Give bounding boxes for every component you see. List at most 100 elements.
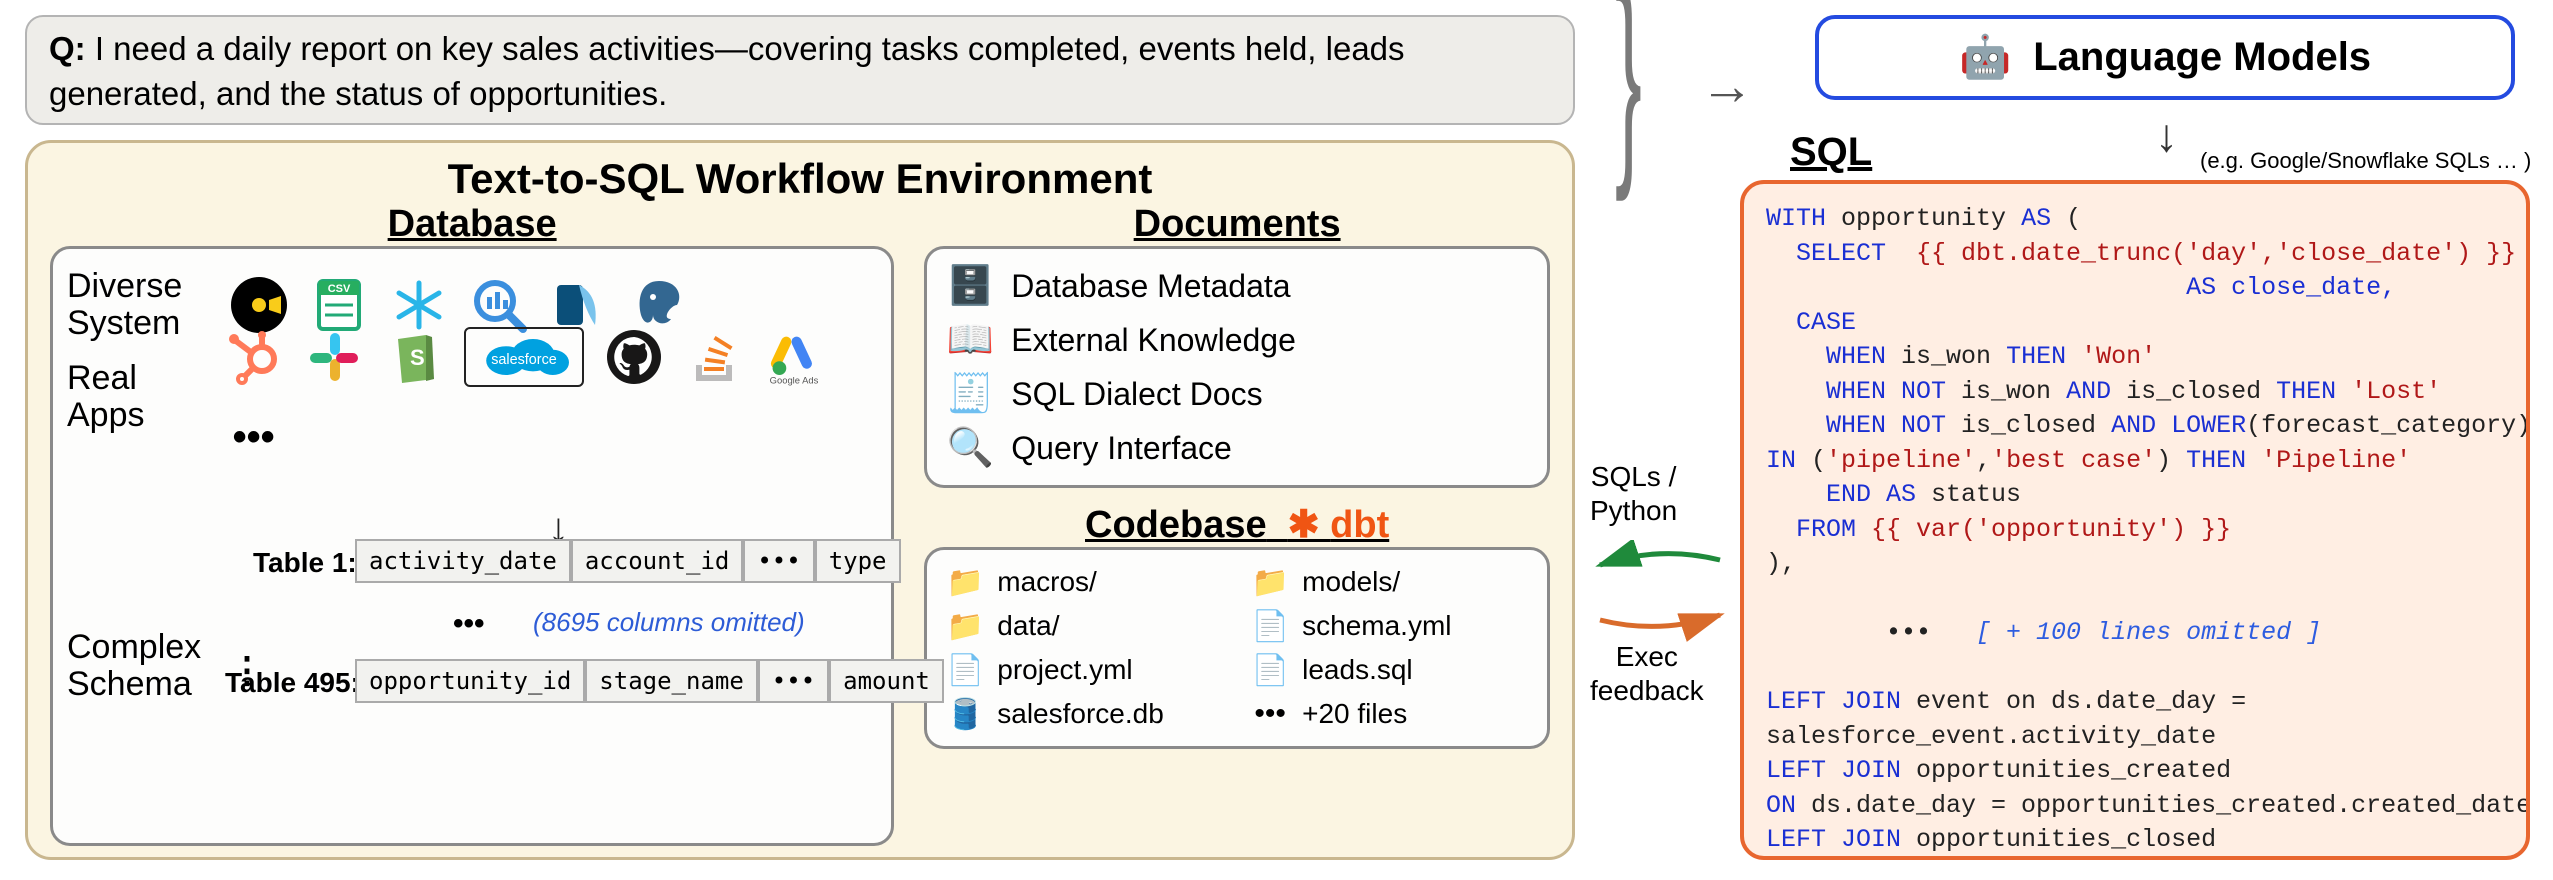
lm-title: Language Models [2033,35,2371,80]
mid-ellipsis: ••• [453,607,485,641]
sql-code-box: WITH opportunity AS ( SELECT {{ dbt.date… [1740,180,2530,860]
code-name: +20 files [1302,698,1407,730]
database-column: Database Diverse System CSV R [50,203,894,843]
arrow-right-icon: → [1700,55,1754,117]
code-name: macros/ [997,566,1097,598]
kw: AS [2021,204,2051,233]
kw: THEN [2186,446,2261,475]
sql-doc-icon: 🧾 [947,371,993,417]
col-cell: activity_date [355,539,571,583]
file-icon: 📄 [1252,608,1288,644]
arrow-to-env-icon [1590,540,1730,590]
tok: , [1976,446,1991,475]
doc-query: 🔍 Query Interface [947,425,1527,471]
str: 'Won' [2081,342,2156,371]
tok: is_closed [2111,377,2276,406]
folder-icon: 📁 [947,608,983,644]
tok: salesforce_event.activity_date [1766,722,2216,751]
environment-panel: Text-to-SQL Workflow Environment Databas… [25,140,1575,860]
tmpl: {{ var('opportunity') }} [1871,515,2231,544]
salesforce-icon: salesforce [464,327,584,387]
kw: END AS [1766,480,1916,509]
db-meta-icon: 🗄️ [947,263,993,309]
tok: ds.date_day = opportunities_closed.close… [1796,860,2486,861]
code-folder: 📁models/ [1252,564,1527,600]
doc-label: External Knowledge [1011,322,1296,359]
github-icon [604,327,664,387]
code-db: 🛢️salesforce.db [947,696,1222,732]
kw: ON [1766,791,1796,820]
doc-label: SQL Dialect Docs [1011,376,1262,413]
str: 'Lost' [2351,377,2441,406]
doc-label: Query Interface [1011,430,1232,467]
code-file: 📄leads.sql [1252,652,1527,688]
complex-schema-label: Complex Schema [67,629,207,704]
shopify-icon: S [384,327,444,387]
svg-text:salesforce: salesforce [491,352,557,368]
kw: ON [1766,860,1796,861]
col-cell: ••• [743,539,814,583]
real-apps-label: Real Apps [67,360,202,435]
tok: ) [2156,446,2186,475]
documents-heading: Documents [924,203,1550,246]
folder-icon: 📁 [947,564,983,600]
question-prefix: Q: [49,30,86,67]
sqlite-icon [549,275,609,335]
bigquery-icon [469,275,529,335]
tok: opportunities_created [1901,756,2231,785]
kw: WHEN [1766,342,1886,371]
snowflake-icon [389,275,449,335]
file-icon: 📄 [947,652,983,688]
svg-text:Google Ads: Google Ads [769,375,818,386]
postgres-icon [629,275,689,335]
dbt-logo-text: dbt [1330,504,1389,546]
kw: WHEN NOT [1766,377,1946,406]
str: 'pipeline' [1826,446,1976,475]
code-name: data/ [997,610,1059,642]
feedback-label: Exec feedback [1590,640,1704,707]
dbt-logo-icon: ✱ [1288,504,1330,546]
code-name: leads.sql [1302,654,1413,686]
doc-external: 📖 External Knowledge [947,317,1527,363]
slack-icon [304,327,364,387]
doc-metadata: 🗄️ Database Metadata [947,263,1527,309]
book-icon: 📖 [947,317,993,363]
kw: FROM [1766,515,1871,544]
cols-omitted-note: (8695 columns omitted) [533,607,805,638]
tok: is_closed [1946,411,2111,440]
language-models-box: 🤖 Language Models [1815,15,2515,100]
kw: SELECT [1766,239,1916,268]
code-name: schema.yml [1302,610,1451,642]
doc-label: Database Metadata [1011,268,1290,305]
kw: THEN [2276,377,2351,406]
database-box: Diverse System CSV Real Apps [50,246,894,846]
tok: ( [2051,204,2081,233]
tok: ( [1796,446,1826,475]
code-file: 📄 schema.yml [1252,608,1527,644]
doc-dialect: 🧾 SQL Dialect Docs [947,371,1527,417]
table495-row: opportunity_id stage_name ••• amount [355,659,944,703]
stackoverflow-icon [684,327,744,387]
str: 'best case' [1991,446,2156,475]
question-text: I need a daily report on key sales activ… [49,30,1405,112]
table1-label: Table 1: [253,547,357,579]
sql-subheading: (e.g. Google/Snowflake SQLs … ) [2200,148,2531,174]
tok: is_won [1946,377,2066,406]
kw: LEFT JOIN [1766,756,1901,785]
diverse-system-label: Diverse System [67,268,207,343]
hubspot-icon [224,327,284,387]
ellipsis-icon: ••• [1252,696,1288,732]
code-file: 📄project.yml [947,652,1222,688]
table495-label: Table 495: [225,667,360,699]
tok: opportunity [1826,204,2021,233]
tok: event on ds.date_day = [1901,687,2246,716]
folder-icon: 📁 [1252,564,1288,600]
table1-row: activity_date account_id ••• type [355,539,901,583]
kw: IN [1766,446,1796,475]
tok: (forecast_category) [2246,411,2530,440]
kw: LOWER [2171,411,2246,440]
kw: THEN [2006,342,2081,371]
csv-icon: CSV [309,275,369,335]
brace-icon: } [1615,10,1642,139]
codebase-heading: Codebase ✱ dbt [924,502,1550,547]
